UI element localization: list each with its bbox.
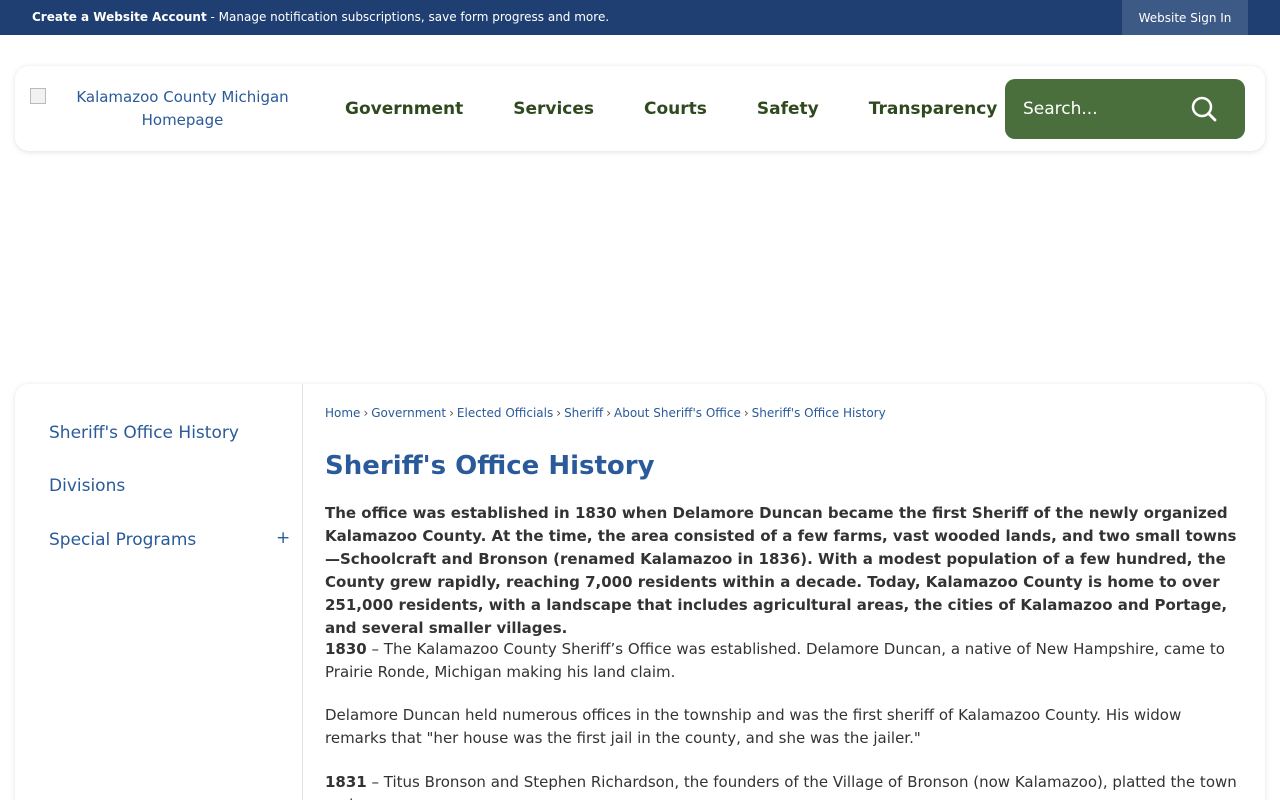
account-banner: Create a Website Account - Manage notifi…: [32, 10, 609, 24]
entry-text: Delamore Duncan held numerous offices in…: [325, 706, 1182, 747]
side-navigation: Sheriff's Office History Divisions Speci…: [15, 384, 303, 800]
website-sign-in-button[interactable]: Website Sign In: [1122, 0, 1248, 35]
breadcrumb-sheriff[interactable]: Sheriff: [564, 406, 603, 420]
breadcrumb-separator: ›: [743, 406, 749, 420]
sidebar-item-sheriffs-office-history[interactable]: Sheriff's Office History: [49, 423, 239, 443]
breadcrumb: Home › Government › Elected Officials › Sherif…: [325, 406, 886, 420]
entry-text: – The Kalamazoo County Sheriff’s Office …: [325, 640, 1225, 681]
nav-courts[interactable]: Courts: [644, 99, 707, 119]
site-logo-link[interactable]: Kalamazoo County Michigan Homepage: [30, 86, 305, 134]
sidebar-item-divisions[interactable]: Divisions: [49, 476, 125, 496]
page-title: Sheriff's Office History: [325, 451, 655, 481]
breadcrumb-government[interactable]: Government: [371, 406, 446, 420]
history-entry-1831: 1831 – Titus Bronson and Stephen Richard…: [325, 771, 1245, 800]
main-nav: Government Services Courts Safety Transp…: [320, 66, 1022, 151]
sidebar-item-special-programs[interactable]: Special Programs: [49, 530, 196, 550]
breadcrumb-separator: ›: [363, 406, 369, 420]
content-area: Sheriff's Office History Divisions Speci…: [15, 384, 1265, 800]
breadcrumb-sheriffs-office-history[interactable]: Sheriff's Office History: [752, 406, 886, 420]
nav-safety[interactable]: Safety: [757, 99, 819, 119]
nav-transparency[interactable]: Transparency: [869, 99, 998, 119]
search-box: [1005, 79, 1245, 139]
account-banner-desc: - Manage notification subscriptions, sav…: [206, 10, 610, 24]
breadcrumb-separator: ›: [449, 406, 454, 420]
search-input[interactable]: [1023, 98, 1183, 120]
breadcrumb-separator: ›: [556, 406, 562, 420]
create-account-link[interactable]: Create a Website Account: [32, 10, 207, 24]
site-header: Kalamazoo County Michigan Homepage Gover…: [15, 66, 1265, 151]
breadcrumb-home[interactable]: Home: [325, 406, 360, 420]
breadcrumb-about-sheriffs-office[interactable]: About Sheriff's Office: [614, 406, 741, 420]
history-entry-duncan: Delamore Duncan held numerous offices in…: [325, 704, 1245, 750]
intro-paragraph: The office was established in 1830 when …: [325, 504, 1237, 637]
logo-alt-text: Kalamazoo County Michigan Homepage: [76, 88, 289, 129]
nav-services[interactable]: Services: [513, 99, 594, 119]
breadcrumb-elected-officials[interactable]: Elected Officials: [457, 406, 553, 420]
entry-year: 1830: [325, 640, 367, 658]
entry-year: 1831: [325, 773, 367, 791]
history-entry-1830: 1830 – The Kalamazoo County Sheriff’s Of…: [325, 638, 1245, 684]
expand-special-programs-button[interactable]: +: [276, 528, 290, 548]
top-bar: Create a Website Account - Manage notifi…: [0, 0, 1280, 35]
search-icon[interactable]: [1189, 94, 1219, 124]
entry-text: – Titus Bronson and Stephen Richardson, …: [325, 773, 1237, 800]
nav-government[interactable]: Government: [345, 99, 463, 119]
breadcrumb-separator: ›: [606, 406, 612, 420]
